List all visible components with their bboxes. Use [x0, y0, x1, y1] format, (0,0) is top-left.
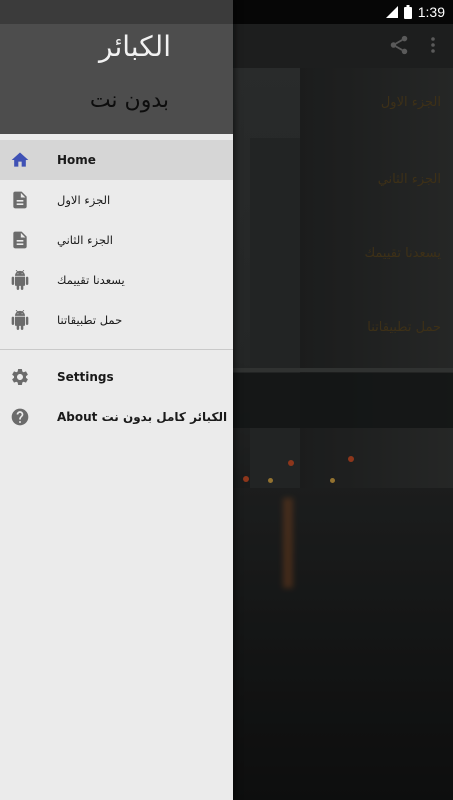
- navigation-drawer: الكبائر بدون نت Home الجزء الاول الجزء ا…: [0, 0, 233, 800]
- nav-item-label: حمل تطبيقاتنا: [57, 313, 123, 327]
- status-time: 1:39: [417, 4, 445, 20]
- home-icon: [11, 152, 29, 167]
- android-icon: [11, 310, 29, 330]
- nav-item-label: About الكبائر كامل بدون نت: [57, 410, 228, 424]
- drawer-menu: Home الجزء الاول الجزء الثاني يسعدنا تقي…: [0, 140, 233, 437]
- document-icon: [13, 191, 27, 209]
- nav-item-settings[interactable]: Settings: [0, 357, 233, 397]
- signal-icon: [385, 6, 398, 18]
- nav-item-about[interactable]: About الكبائر كامل بدون نت: [0, 397, 233, 437]
- help-icon: [11, 408, 29, 426]
- document-icon: [13, 231, 27, 249]
- status-icons: 1:39: [385, 0, 445, 24]
- android-icon: [11, 270, 29, 290]
- menu-divider: [0, 349, 233, 350]
- nav-item-rate-app[interactable]: يسعدنا تقييمك: [0, 260, 233, 300]
- nav-item-label: يسعدنا تقييمك: [57, 273, 125, 287]
- nav-item-label: Home: [57, 153, 96, 167]
- nav-item-home[interactable]: Home: [0, 140, 233, 180]
- drawer-header-subtitle: بدون نت: [89, 88, 169, 113]
- battery-icon: [403, 5, 412, 19]
- nav-item-part-one[interactable]: الجزء الاول: [0, 180, 233, 220]
- gear-icon: [12, 369, 28, 385]
- nav-item-label: الجزء الاول: [57, 193, 111, 207]
- drawer-status-bar: [0, 0, 233, 24]
- nav-item-part-two[interactable]: الجزء الثاني: [0, 220, 233, 260]
- drawer-header-title: الكبائر: [99, 30, 171, 63]
- nav-item-label: الجزء الثاني: [57, 233, 113, 247]
- nav-item-label: Settings: [57, 370, 114, 384]
- nav-item-our-apps[interactable]: حمل تطبيقاتنا: [0, 300, 233, 340]
